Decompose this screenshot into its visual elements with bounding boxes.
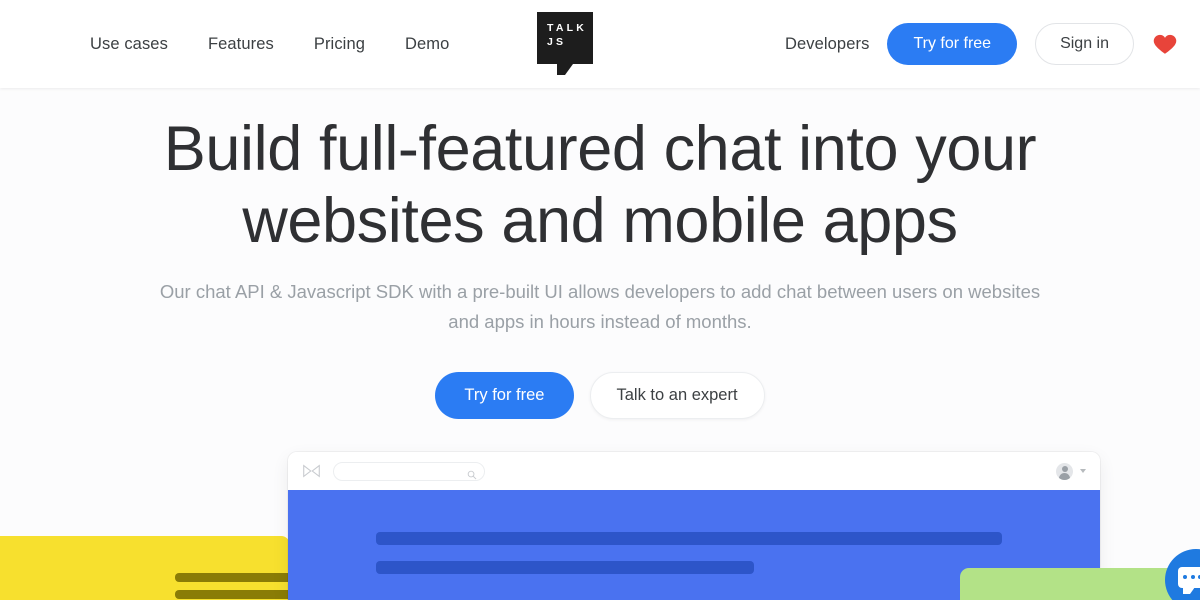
account-menu[interactable] [1056, 462, 1086, 480]
logo-box: TALK JS [537, 12, 593, 75]
search-icon [467, 467, 477, 479]
search-input[interactable] [333, 461, 485, 481]
header-try-for-free-button[interactable]: Try for free [887, 23, 1018, 65]
hero-cta-group: Try for free Talk to an expert [0, 372, 1200, 419]
nav-link-developers[interactable]: Developers [785, 35, 869, 54]
hero-talk-to-expert-button[interactable]: Talk to an expert [589, 372, 765, 419]
logo-text-line1: TALK [547, 22, 588, 34]
placeholder-bar-1 [376, 532, 1002, 545]
chat-bubble-icon [1178, 567, 1200, 594]
primary-nav: Use cases Features Pricing Demo [90, 35, 449, 54]
header-sign-in-button[interactable]: Sign in [1035, 23, 1134, 65]
nav-link-demo[interactable]: Demo [405, 35, 449, 54]
bowtie-brand-icon [302, 464, 321, 478]
hero-subtitle: Our chat API & Javascript SDK with a pre… [150, 277, 1050, 337]
green-card [960, 568, 1200, 600]
page-title: Build full-featured chat into your websi… [0, 113, 1200, 257]
nav-link-use-cases[interactable]: Use cases [90, 35, 168, 54]
placeholder-bar-2 [376, 561, 754, 574]
site-header: Use cases Features Pricing Demo TALK JS … [0, 0, 1200, 88]
logo-text-line2: JS [547, 36, 567, 48]
hero-subtitle-line1: Our chat API & Javascript SDK with a pre… [159, 281, 887, 302]
hero-illustration [0, 440, 1200, 600]
hero-try-for-free-button[interactable]: Try for free [435, 372, 574, 419]
hero-title-line1: Build full-featured chat into your [163, 114, 1037, 184]
logo-speech-tail [557, 64, 573, 75]
avatar-icon [1056, 462, 1073, 480]
heart-icon[interactable] [1152, 31, 1178, 57]
chevron-down-icon [1080, 469, 1086, 473]
header-actions: Developers Try for free Sign in [785, 23, 1178, 65]
browser-toolbar [288, 452, 1100, 490]
chat-dot-2 [1190, 575, 1195, 579]
nav-link-pricing[interactable]: Pricing [314, 35, 365, 54]
talkjs-logo[interactable]: TALK JS [537, 12, 593, 75]
hero-title-line2: websites and mobile apps [242, 186, 958, 256]
chat-bubble-dots [1183, 575, 1200, 579]
chat-dot-1 [1183, 575, 1187, 579]
nav-link-features[interactable]: Features [208, 35, 274, 54]
